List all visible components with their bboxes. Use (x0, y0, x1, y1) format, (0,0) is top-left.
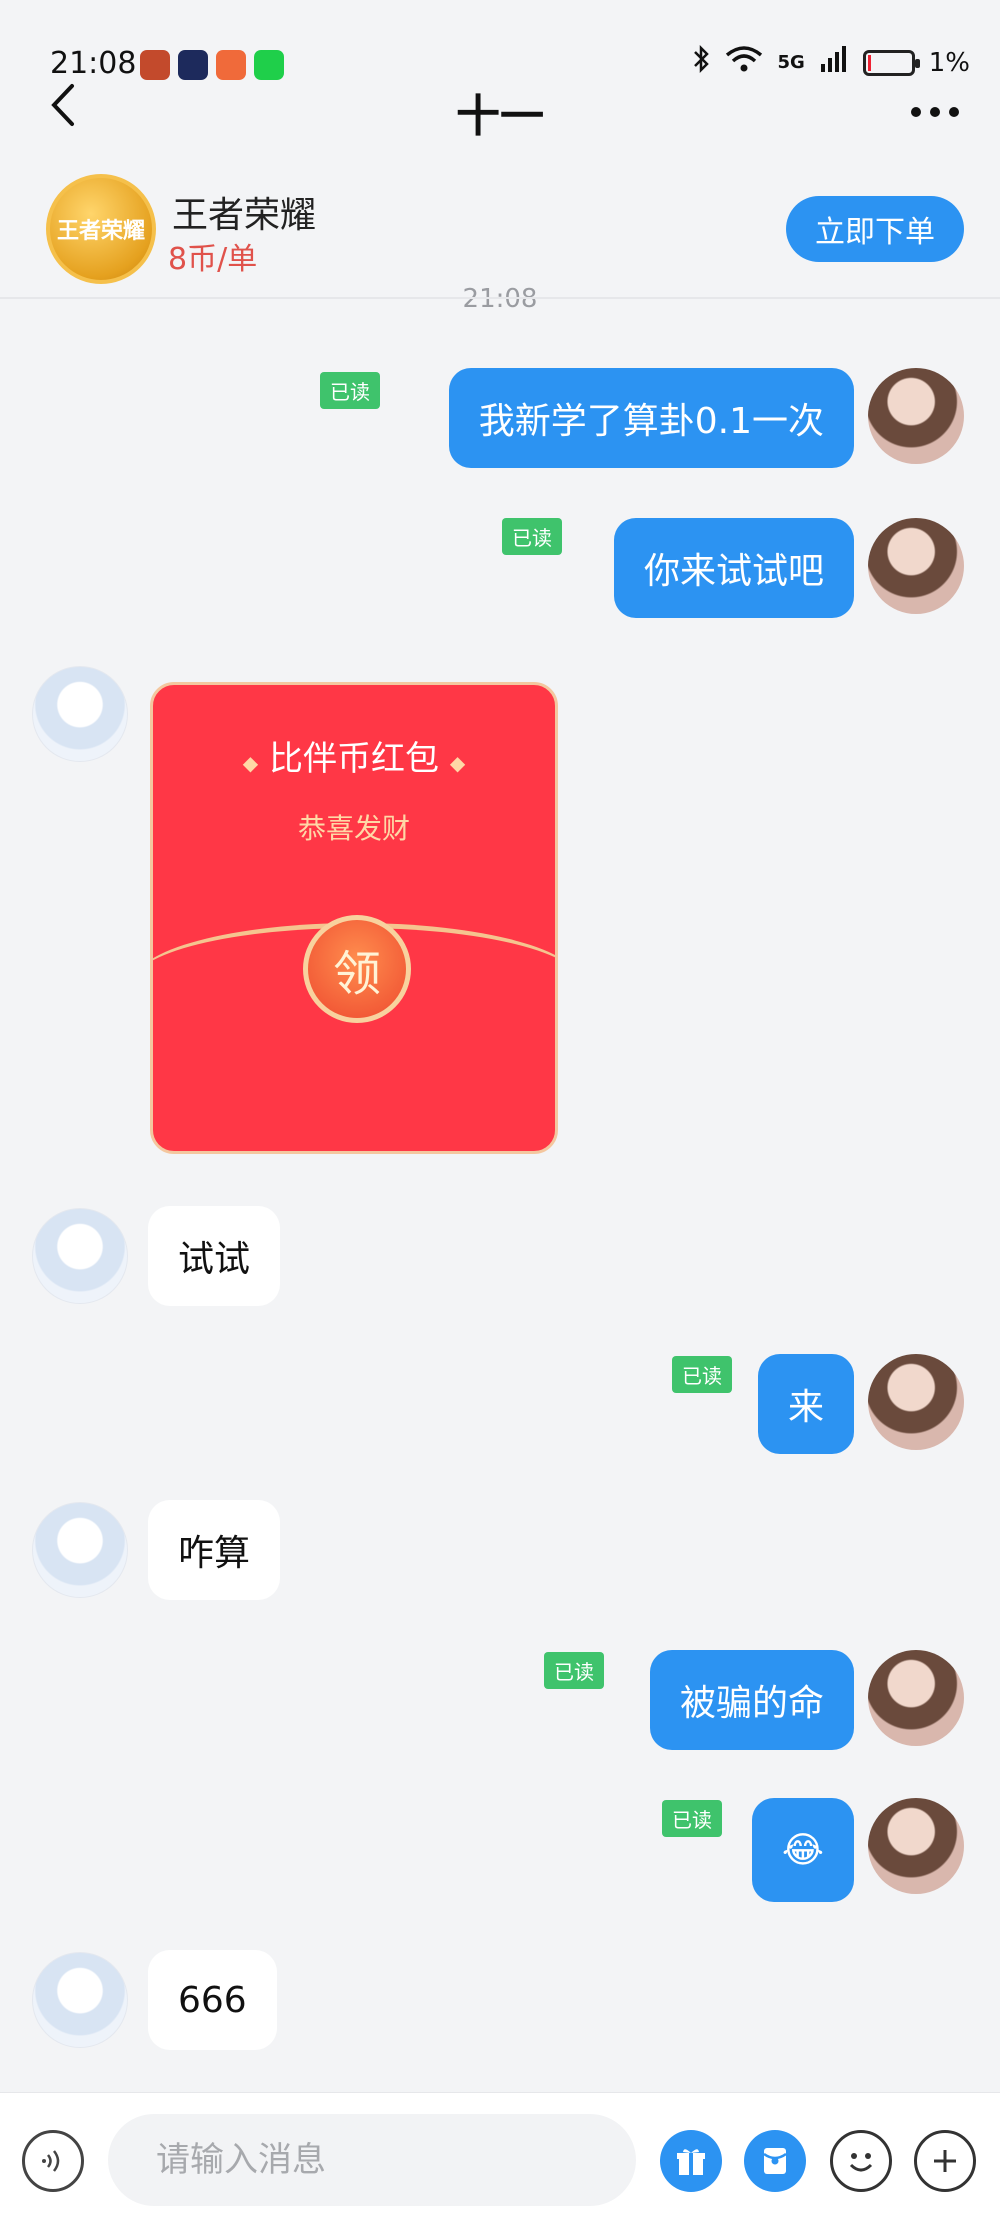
read-badge: 已读 (544, 1652, 604, 1689)
order-now-button[interactable]: 立即下单 (786, 196, 964, 262)
more-button[interactable] (910, 96, 960, 119)
emoji-message-bubble[interactable]: 😂 (751, 1798, 854, 1902)
battery-label: 1% (928, 47, 970, 78)
contact-avatar[interactable] (32, 666, 128, 762)
contact-avatar[interactable] (32, 1502, 128, 1598)
message-bubble[interactable]: 你来试试吧 (613, 518, 854, 618)
status-time: 21:08 (50, 46, 137, 81)
my-avatar[interactable] (868, 1650, 964, 1746)
contact-avatar[interactable] (32, 1952, 128, 2048)
gift-button[interactable] (660, 2130, 722, 2192)
my-avatar[interactable] (868, 1354, 964, 1450)
more-icon (911, 107, 959, 117)
red-packet[interactable]: ◆ 比伴币红包 ◆ 恭喜发财 领 (150, 682, 558, 1154)
message-bubble[interactable]: 咋算 (148, 1500, 281, 1600)
voice-icon (42, 2150, 60, 2172)
red-packet-icon (763, 2148, 787, 2174)
red-packet-open-button[interactable]: 领 (303, 915, 411, 1023)
network-label: 5G (777, 52, 805, 73)
emoji-icon (849, 2153, 873, 2172)
bluetooth-icon (691, 44, 711, 81)
app-icon-blue (178, 50, 208, 80)
red-packet-subtitle: 恭喜发财 (297, 812, 410, 845)
more-actions-button[interactable] (914, 2130, 976, 2192)
app-icon-orange (216, 50, 246, 80)
game-price: 8币/单 (168, 242, 258, 277)
emoji-button[interactable] (830, 2130, 892, 2192)
red-packet-button[interactable] (744, 2130, 806, 2192)
app-icon-game (140, 50, 170, 80)
read-badge: 已读 (662, 1800, 722, 1837)
message-timestamp: 21:08 (462, 284, 538, 314)
diamond-icon: ◆ (449, 751, 466, 775)
plus-icon (934, 2150, 956, 2172)
my-avatar[interactable] (868, 518, 964, 614)
contact-avatar[interactable] (32, 1208, 128, 1304)
status-right: 5G 1% (691, 44, 970, 81)
voice-button[interactable] (22, 2130, 84, 2192)
signal-icon (819, 44, 849, 81)
message-bubble[interactable]: 来 (757, 1354, 854, 1454)
game-logo[interactable]: 王者荣耀 (46, 174, 156, 284)
game-name: 王者荣耀 (172, 195, 317, 236)
message-input[interactable] (108, 2114, 636, 2206)
read-badge: 已读 (502, 518, 562, 555)
my-avatar[interactable] (868, 1798, 964, 1894)
my-avatar[interactable] (868, 368, 964, 464)
diamond-icon: ◆ (242, 751, 259, 775)
app-icon-green (254, 50, 284, 80)
read-badge: 已读 (672, 1356, 732, 1393)
message-bubble[interactable]: 试试 (148, 1206, 281, 1306)
battery-icon (862, 49, 920, 76)
header-divider (0, 297, 1000, 299)
gift-icon (677, 2149, 705, 2175)
read-badge: 已读 (320, 372, 380, 409)
page-title: 十一 (456, 91, 544, 142)
message-bubble[interactable]: 666 (148, 1950, 277, 2050)
message-bubble[interactable]: 我新学了算卦0.1一次 (448, 368, 854, 468)
message-bubble[interactable]: 被骗的命 (649, 1650, 854, 1750)
red-packet-title: ◆ 比伴币红包 ◆ (242, 739, 466, 779)
wifi-icon (725, 45, 763, 80)
